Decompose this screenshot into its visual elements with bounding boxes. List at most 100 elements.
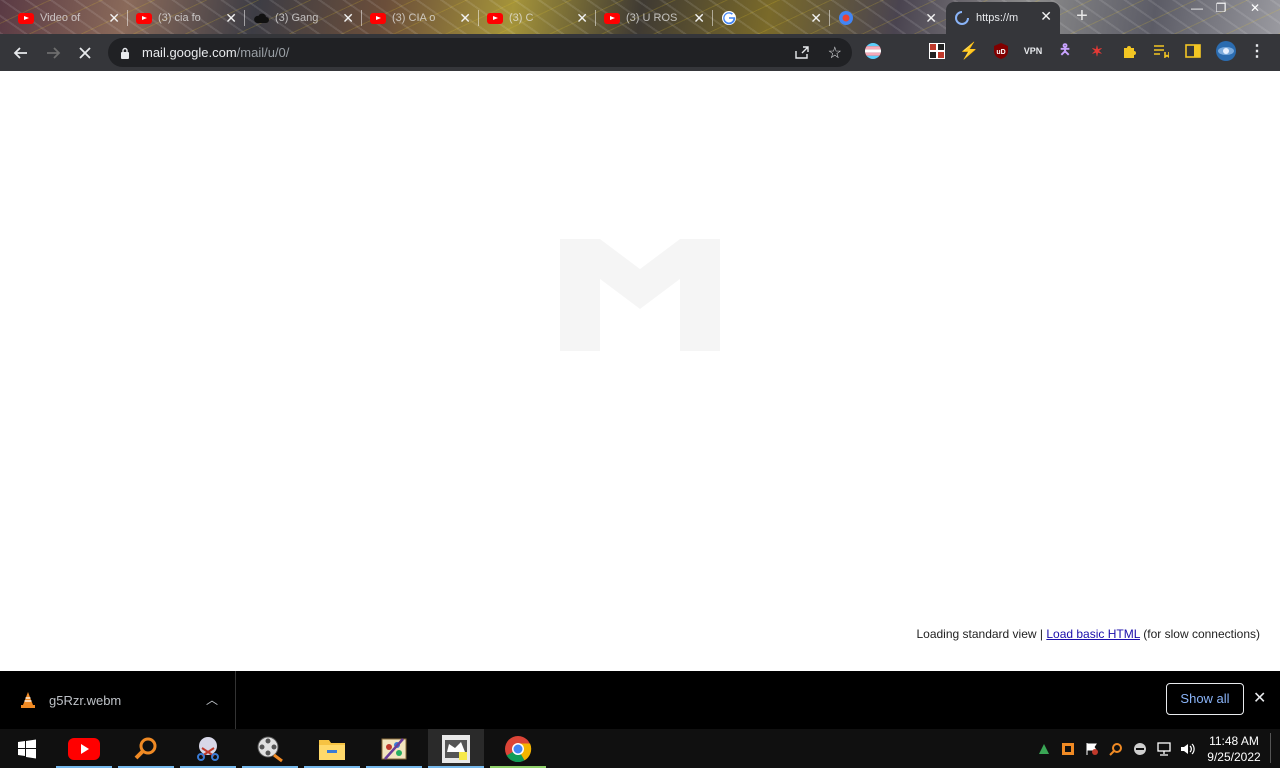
network-icon[interactable] bbox=[1156, 741, 1172, 757]
chrome-app-icon[interactable] bbox=[490, 729, 546, 768]
media-app-icon[interactable] bbox=[428, 729, 484, 768]
tab-google-account[interactable]: ✕ bbox=[830, 4, 945, 32]
youtube-icon bbox=[136, 10, 152, 26]
windows-start-icon[interactable] bbox=[0, 729, 54, 768]
tab-title: (3) CIA o bbox=[392, 12, 436, 24]
side-panel-icon[interactable] bbox=[1184, 42, 1202, 60]
youtube-icon bbox=[487, 10, 503, 26]
paint-app-icon[interactable] bbox=[366, 729, 422, 768]
back-button[interactable] bbox=[10, 42, 32, 64]
tab-video[interactable]: Video of ✕ bbox=[10, 4, 128, 32]
url-path: /mail/u/0/ bbox=[236, 45, 290, 60]
google-icon bbox=[721, 10, 737, 26]
tray-search-icon[interactable] bbox=[1108, 741, 1124, 757]
runner-extension-icon[interactable]: ⚡ bbox=[959, 42, 979, 60]
cloud-icon bbox=[253, 10, 269, 26]
vpn-label: VPN bbox=[1023, 46, 1043, 56]
video-editor-app-icon[interactable] bbox=[242, 729, 298, 768]
download-bar: g5Rzr.webm ︿ Show all ✕ bbox=[0, 671, 1280, 729]
tab-title: (3) U ROS bbox=[626, 12, 678, 24]
taskbar: 11:48 AM 9/25/2022 bbox=[0, 729, 1280, 768]
loading-spinner-icon bbox=[954, 10, 970, 26]
close-tab-icon[interactable]: ✕ bbox=[810, 10, 822, 26]
gmail-logo-placeholder bbox=[560, 239, 720, 351]
system-clock[interactable]: 11:48 AM 9/25/2022 bbox=[1202, 733, 1266, 765]
puzzle-grid-extension-icon[interactable] bbox=[928, 42, 946, 60]
download-file-name: g5Rzr.webm bbox=[49, 693, 122, 708]
download-item[interactable]: g5Rzr.webm ︿ bbox=[0, 671, 236, 729]
close-tab-icon[interactable]: ✕ bbox=[225, 10, 237, 26]
tab-cia-o[interactable]: (3) CIA o ✕ bbox=[362, 4, 479, 32]
url-text: mail.google.com/mail/u/0/ bbox=[142, 45, 289, 60]
page-content: Loading standard view | Load basic HTML … bbox=[0, 71, 1280, 670]
address-bar[interactable]: mail.google.com/mail/u/0/ ☆ bbox=[108, 38, 852, 67]
tab-title: Video of bbox=[40, 12, 81, 24]
snipping-tool-app-icon[interactable] bbox=[180, 729, 236, 768]
tab-title: (3) cia fo bbox=[158, 12, 201, 24]
browser-menu-icon[interactable]: ⋮ bbox=[1248, 42, 1266, 60]
volume-icon[interactable] bbox=[1180, 741, 1196, 757]
close-tab-icon[interactable]: ✕ bbox=[576, 10, 588, 26]
clock-time: 11:48 AM bbox=[1209, 734, 1259, 748]
search-magnifier-app-icon[interactable] bbox=[118, 729, 174, 768]
close-tab-icon[interactable]: ✕ bbox=[459, 10, 471, 26]
show-all-button[interactable]: Show all bbox=[1166, 683, 1244, 715]
tab-title: (3) Gang bbox=[275, 12, 319, 24]
close-download-bar-icon[interactable]: ✕ bbox=[1253, 688, 1266, 708]
close-tab-icon[interactable]: ✕ bbox=[108, 10, 120, 26]
minimize-window-icon[interactable]: — bbox=[1184, 0, 1210, 18]
pride-flag-extension-icon[interactable] bbox=[864, 42, 882, 60]
tab-c[interactable]: (3) C ✕ bbox=[479, 4, 596, 32]
youtube-app-icon[interactable] bbox=[56, 729, 112, 768]
close-tab-icon[interactable]: ✕ bbox=[693, 10, 705, 26]
tray-status-icon[interactable] bbox=[1132, 741, 1148, 757]
profile-avatar-icon[interactable] bbox=[1214, 39, 1238, 63]
bookmark-star-icon[interactable]: ☆ bbox=[828, 43, 842, 63]
stop-loading-button[interactable] bbox=[74, 42, 96, 64]
close-tab-icon[interactable]: ✕ bbox=[1040, 8, 1052, 24]
tab-title: (3) C bbox=[509, 12, 534, 24]
close-window-icon[interactable]: ✕ bbox=[1242, 0, 1268, 18]
tray-green-app-icon[interactable] bbox=[1036, 741, 1052, 757]
loading-prefix: Loading standard view | bbox=[916, 627, 1047, 641]
tab-gang[interactable]: (3) Gang ✕ bbox=[245, 4, 362, 32]
youtube-icon bbox=[370, 10, 386, 26]
youtube-icon bbox=[604, 10, 620, 26]
ublock-extension-icon[interactable]: uD bbox=[992, 42, 1010, 60]
ublock-label: uD bbox=[996, 49, 1005, 56]
clock-date: 9/25/2022 bbox=[1207, 750, 1261, 764]
loading-message: Loading standard view | Load basic HTML … bbox=[916, 627, 1260, 641]
new-tab-button[interactable]: + bbox=[1072, 6, 1092, 26]
close-tab-icon[interactable]: ✕ bbox=[925, 10, 937, 26]
close-tab-icon[interactable]: ✕ bbox=[342, 10, 354, 26]
youtube-icon bbox=[18, 10, 34, 26]
action-center-flag-icon[interactable] bbox=[1084, 741, 1100, 757]
forward-button[interactable] bbox=[42, 42, 64, 64]
tab-strip: Video of ✕ (3) cia fo ✕ (3) Gang ✕ (3) C… bbox=[0, 0, 1280, 34]
tab-title: https://m bbox=[976, 12, 1019, 24]
vlc-cone-icon bbox=[20, 691, 36, 714]
back-arrow-icon bbox=[13, 47, 27, 59]
url-host: mail.google.com bbox=[142, 45, 237, 60]
loading-suffix: (for slow connections) bbox=[1139, 627, 1260, 641]
tab-cia-fo[interactable]: (3) cia fo ✕ bbox=[128, 4, 245, 32]
extensions-puzzle-icon[interactable] bbox=[1120, 42, 1138, 60]
red-figure-extension-icon[interactable]: ✶ bbox=[1088, 42, 1106, 60]
chevron-up-icon[interactable]: ︿ bbox=[206, 691, 218, 708]
tray-orange-app-icon[interactable] bbox=[1060, 741, 1076, 757]
tab-gmail-active[interactable]: https://m ✕ bbox=[946, 2, 1060, 34]
stick-figure-extension-icon[interactable]: 🯅 bbox=[1056, 41, 1074, 60]
restore-window-icon[interactable]: ❐ bbox=[1208, 0, 1234, 18]
reading-list-icon[interactable] bbox=[1152, 42, 1170, 60]
tab-u-ros[interactable]: (3) U ROS ✕ bbox=[596, 4, 713, 32]
lock-icon bbox=[120, 46, 130, 64]
share-icon[interactable] bbox=[794, 45, 810, 64]
file-explorer-app-icon[interactable] bbox=[304, 729, 360, 768]
google-account-icon bbox=[838, 10, 854, 26]
show-desktop-button[interactable] bbox=[1270, 733, 1276, 763]
stop-icon bbox=[79, 47, 91, 59]
load-basic-html-link[interactable]: Load basic HTML bbox=[1046, 627, 1140, 641]
tab-google[interactable]: ✕ bbox=[713, 4, 830, 32]
vpn-extension-icon[interactable]: VPN bbox=[1023, 42, 1043, 60]
forward-arrow-icon bbox=[47, 47, 61, 59]
